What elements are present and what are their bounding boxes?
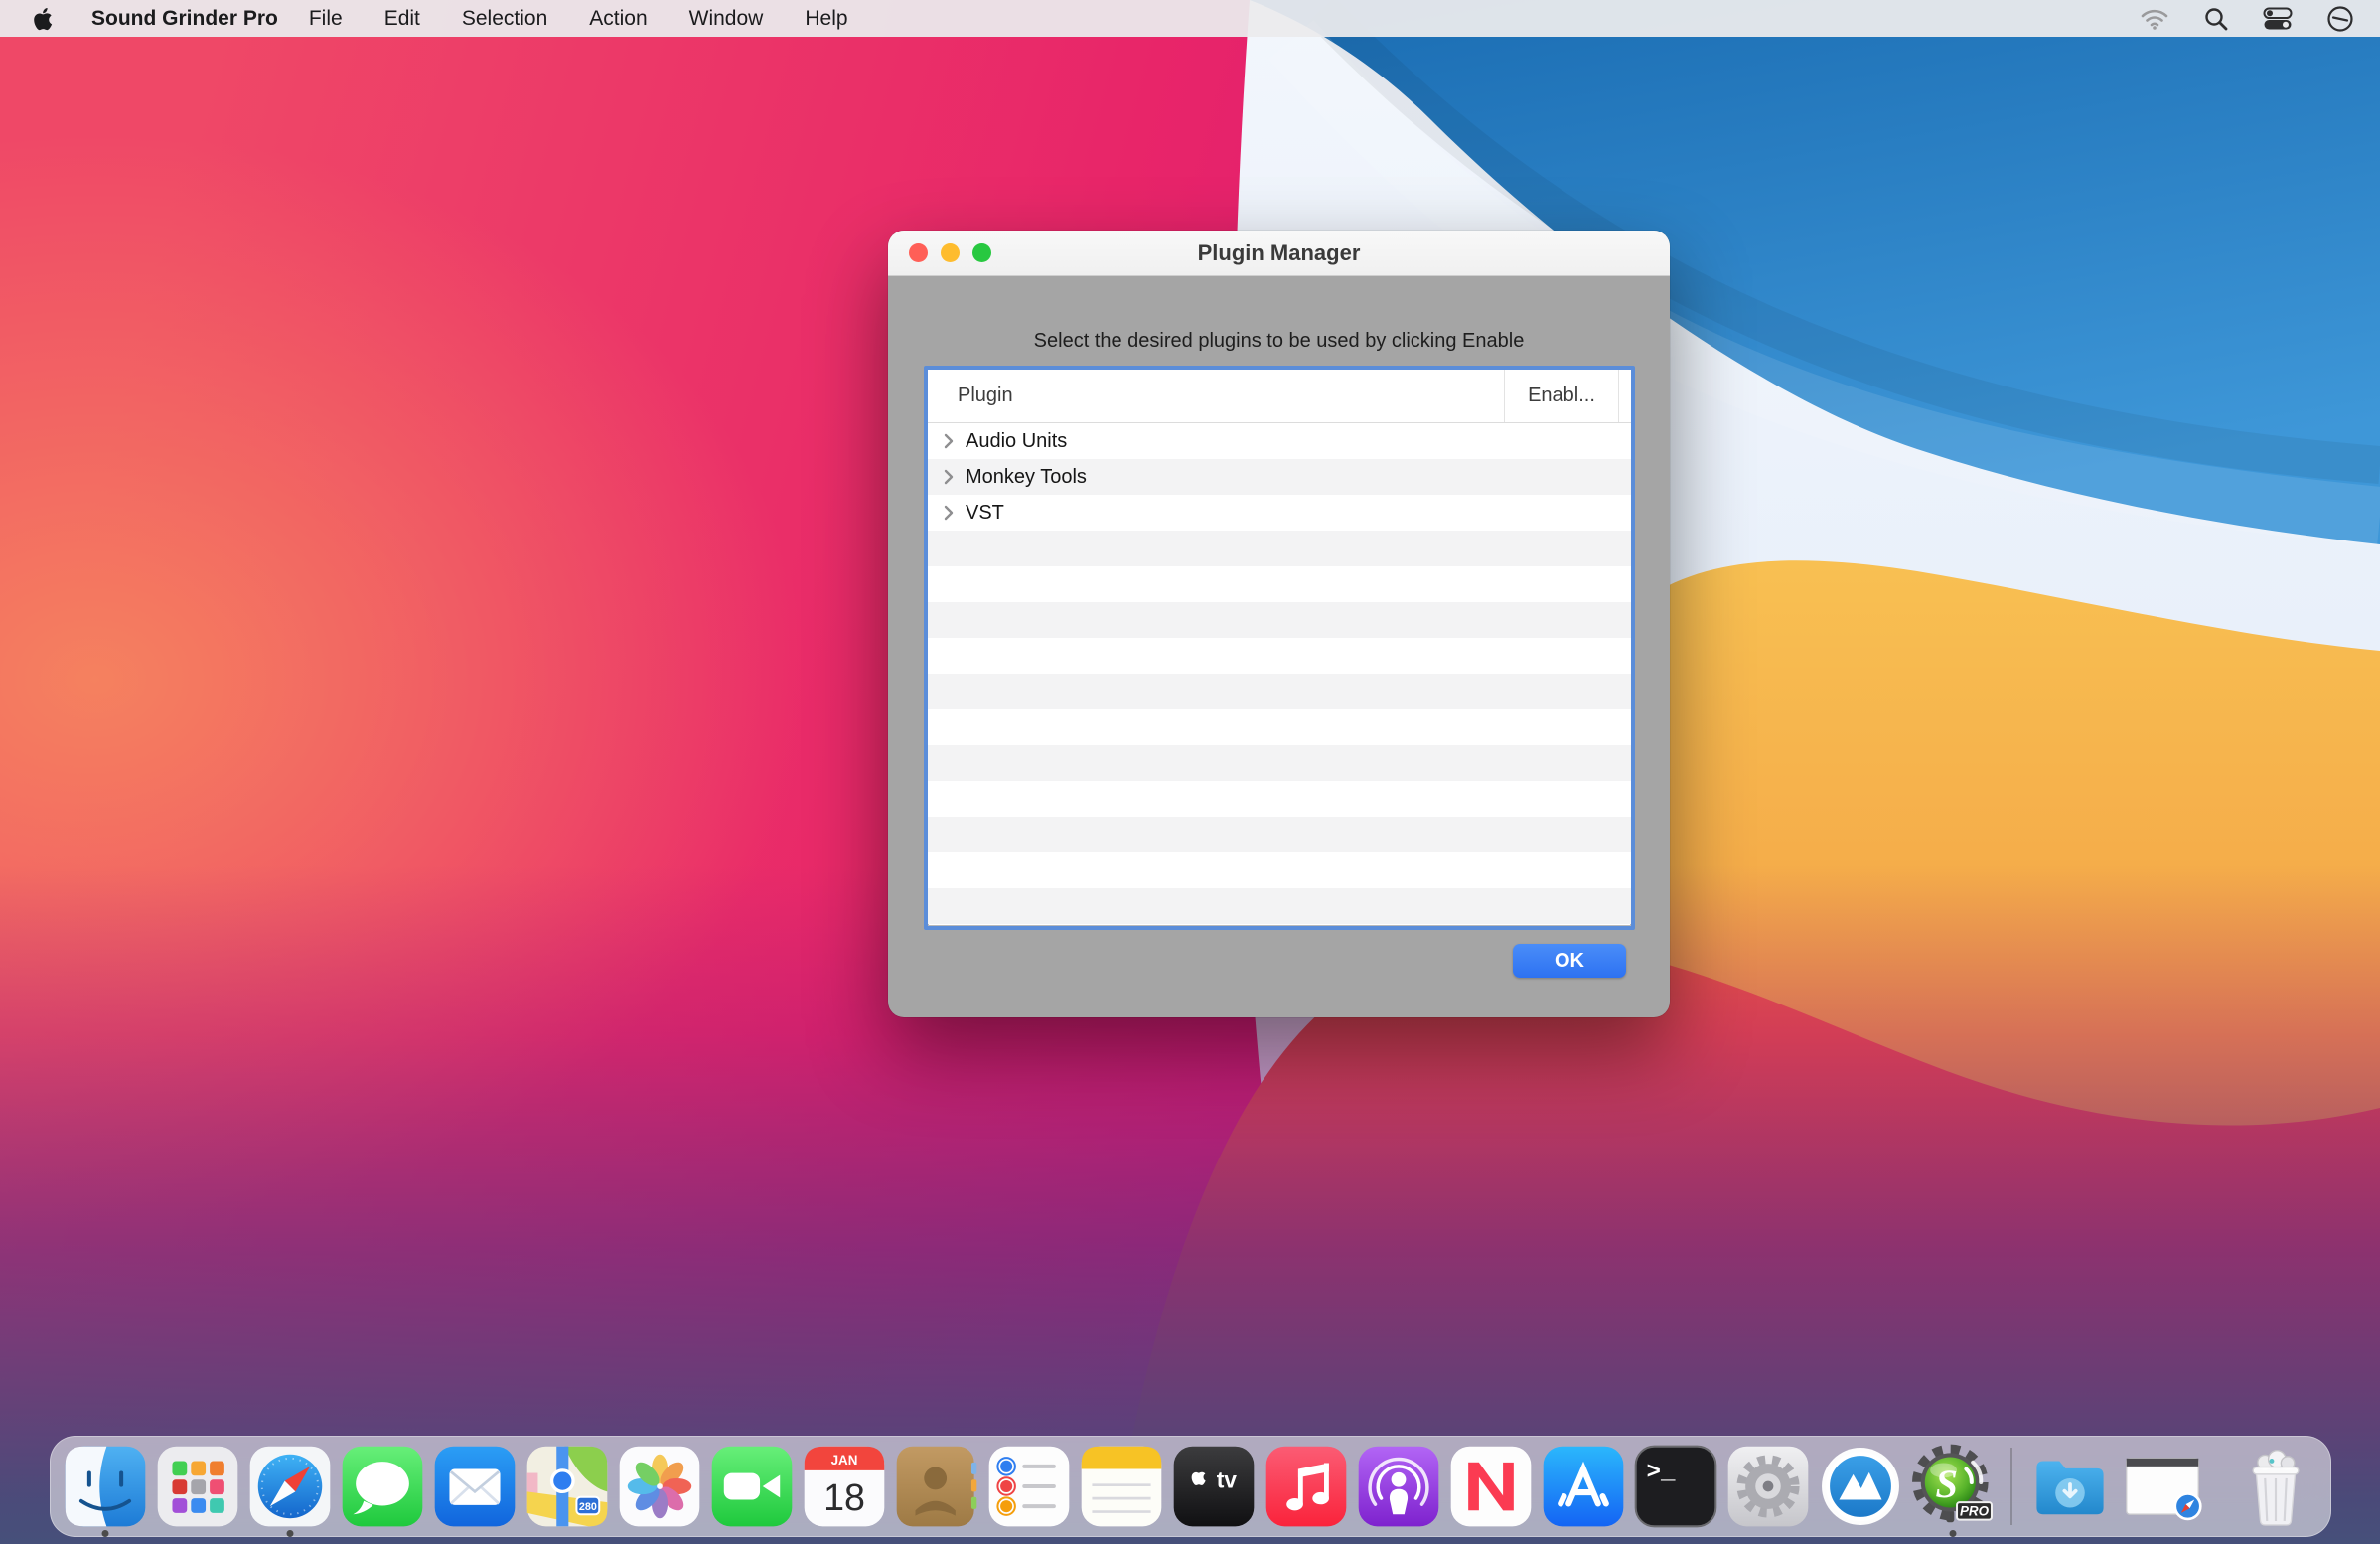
empty-row [928, 888, 1631, 924]
table-row-monkey-tools[interactable]: Monkey Tools [928, 459, 1631, 495]
menu-help[interactable]: Help [784, 7, 868, 31]
dock-icon-safari[interactable] [247, 1444, 333, 1529]
dock-icon-podcasts[interactable] [1356, 1444, 1441, 1529]
tv-label: tv [1216, 1467, 1237, 1492]
header-gutter [1619, 370, 1631, 422]
clock-icon[interactable] [2326, 5, 2354, 33]
row-label: Monkey Tools [966, 466, 1087, 489]
menu-file[interactable]: File [288, 7, 364, 31]
row-label: Audio Units [966, 430, 1067, 453]
menu-edit[interactable]: Edit [364, 7, 441, 31]
menu-bar-status [2140, 5, 2354, 33]
menu-window[interactable]: Window [669, 7, 785, 31]
instruction-text: Select the desired plugins to be used by… [888, 330, 1670, 353]
dock-icon-music[interactable] [1264, 1444, 1349, 1529]
menu-selection[interactable]: Selection [441, 7, 568, 31]
table-row-audio-units[interactable]: Audio Units [928, 423, 1631, 459]
dock-icon-notes[interactable] [1079, 1444, 1164, 1529]
empty-row [928, 566, 1631, 602]
traffic-lights [909, 231, 991, 275]
empty-row [928, 674, 1631, 709]
empty-row [928, 852, 1631, 888]
dock-icon-photos[interactable] [617, 1444, 702, 1529]
dock-icon-mail[interactable] [432, 1444, 518, 1529]
row-label: VST [966, 502, 1004, 525]
empty-row [928, 602, 1631, 638]
menu-action[interactable]: Action [568, 7, 668, 31]
dock-icon-launchpad[interactable] [155, 1444, 240, 1529]
dock-icon-system-preferences[interactable] [1725, 1444, 1811, 1529]
apple-menu-icon[interactable] [34, 6, 56, 32]
dock-icon-facetime[interactable] [709, 1444, 795, 1529]
dock-icon-finder[interactable] [63, 1444, 148, 1529]
calendar-day-label: 18 [823, 1476, 865, 1518]
dock-divider [2010, 1448, 2012, 1525]
menu-app-name[interactable]: Sound Grinder Pro [81, 7, 288, 31]
table-body: Audio Units Monkey Tools VST [928, 423, 1631, 926]
dock-icon-reminders[interactable] [986, 1444, 1072, 1529]
dock-icon-downloads-folder[interactable] [2027, 1444, 2113, 1529]
empty-row [928, 781, 1631, 817]
chevron-right-icon[interactable] [938, 502, 960, 524]
empty-row [928, 745, 1631, 781]
table-row-vst[interactable]: VST [928, 495, 1631, 531]
terminal-prompt: >_ [1646, 1460, 1676, 1486]
dock-icon-sound-grinder-pro[interactable]: SPRO [1910, 1444, 1996, 1529]
sgp-pro-badge: PRO [1959, 1504, 1989, 1519]
search-icon[interactable] [2203, 6, 2229, 32]
maps-shield-label: 280 [578, 1501, 596, 1513]
dock: 280 JAN 18 tv [50, 1436, 2331, 1537]
dock-area: 280 JAN 18 tv [0, 1436, 2380, 1537]
zoom-button[interactable] [972, 243, 991, 262]
chevron-right-icon[interactable] [938, 466, 960, 488]
chevron-right-icon[interactable] [938, 430, 960, 452]
running-indicator [286, 1530, 293, 1537]
wifi-icon[interactable] [2140, 7, 2169, 31]
running-indicator [101, 1530, 108, 1537]
plugin-manager-window: Plugin Manager Select the desired plugin… [888, 231, 1670, 1017]
minimize-button[interactable] [941, 243, 960, 262]
empty-row [928, 709, 1631, 745]
close-button[interactable] [909, 243, 928, 262]
menu-bar-left: Sound Grinder Pro File Edit Selection Ac… [0, 6, 869, 32]
dock-icon-app-cleaner[interactable] [1818, 1444, 1903, 1529]
empty-row [928, 531, 1631, 566]
column-header-plugin[interactable]: Plugin [928, 385, 1504, 407]
ok-button[interactable]: OK [1513, 944, 1626, 978]
running-indicator [1949, 1530, 1956, 1537]
dock-icon-news[interactable] [1448, 1444, 1534, 1529]
empty-row [928, 817, 1631, 852]
control-center-icon[interactable] [2263, 7, 2293, 31]
table-header: Plugin Enabl... [928, 370, 1631, 423]
dock-icon-trash[interactable] [2233, 1444, 2318, 1529]
plugin-table: Plugin Enabl... Audio Units Monkey Tools… [924, 366, 1635, 930]
title-bar[interactable]: Plugin Manager [888, 231, 1670, 276]
menu-bar: Sound Grinder Pro File Edit Selection Ac… [0, 0, 2380, 37]
dock-icon-terminal[interactable]: >_ [1633, 1444, 1718, 1529]
column-header-enabled[interactable]: Enabl... [1504, 370, 1619, 422]
dock-icon-app-store[interactable] [1541, 1444, 1626, 1529]
svg-text:S: S [1935, 1462, 1957, 1506]
dock-minimized-window[interactable] [2120, 1444, 2205, 1529]
window-title: Plugin Manager [888, 240, 1670, 266]
dock-icon-messages[interactable] [340, 1444, 425, 1529]
dock-icon-apple-tv[interactable]: tv [1171, 1444, 1257, 1529]
dock-icon-calendar[interactable]: JAN 18 [802, 1444, 887, 1529]
empty-row [928, 638, 1631, 674]
dock-icon-maps[interactable]: 280 [524, 1444, 610, 1529]
dock-icon-contacts[interactable] [894, 1444, 979, 1529]
calendar-month-label: JAN [830, 1453, 857, 1467]
desktop: Sound Grinder Pro File Edit Selection Ac… [0, 0, 2380, 1544]
